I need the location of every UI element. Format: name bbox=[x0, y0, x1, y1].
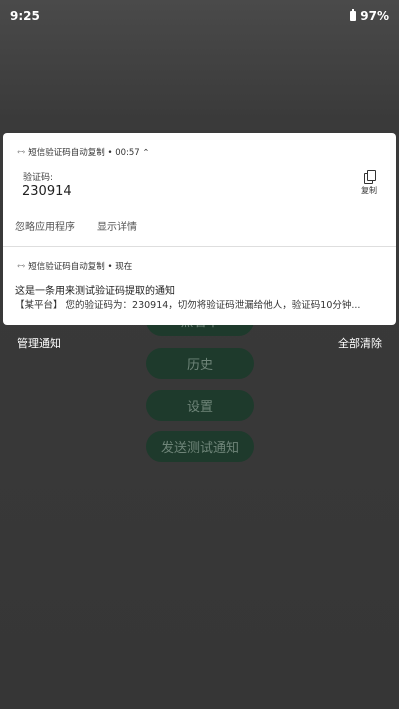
send-test-notification-button[interactable]: 发送测试通知 bbox=[146, 431, 254, 462]
show-details-button[interactable]: 显示详情 bbox=[97, 218, 137, 233]
copy-label: 复制 bbox=[361, 186, 377, 195]
status-bar: 9:25 97% bbox=[0, 0, 399, 28]
notification-verification-code[interactable]: ‹···› 短信验证码自动复制 • 00:57 ⌃ 验证码: 230914 复制… bbox=[3, 133, 396, 246]
status-right: 97% bbox=[350, 9, 389, 23]
app-icon: ‹···› bbox=[17, 262, 25, 270]
notification-header: ‹···› 短信验证码自动复制 • 现在 bbox=[17, 260, 132, 272]
code-value: 230914 bbox=[22, 184, 72, 199]
copy-icon bbox=[364, 170, 376, 184]
notification-body: 【某平台】 您的验证码为：230914，切勿将验证码泄漏给他人，验证码10分钟.… bbox=[15, 300, 361, 311]
battery-icon bbox=[350, 9, 357, 21]
send-test-notification-label: 发送测试通知 bbox=[160, 441, 239, 456]
app-icon: ‹···› bbox=[17, 148, 25, 156]
history-button-label: 历史 bbox=[186, 358, 213, 373]
settings-button[interactable]: 设置 bbox=[146, 390, 254, 421]
notification-test-message[interactable]: ‹···› 短信验证码自动复制 • 现在 这是一条用来测试验证码提取的通知 【某… bbox=[3, 247, 396, 325]
notification-title: 这是一条用来测试验证码提取的通知 bbox=[15, 286, 175, 297]
battery-level: 97% bbox=[360, 9, 389, 23]
notification-panel: ‹···› 短信验证码自动复制 • 00:57 ⌃ 验证码: 230914 复制… bbox=[3, 133, 396, 325]
status-time: 9:25 bbox=[10, 9, 40, 23]
notification-header[interactable]: ‹···› 短信验证码自动复制 • 00:57 ⌃ bbox=[17, 146, 150, 158]
notification-header-text: 短信验证码自动复制 • 00:57 ⌃ bbox=[28, 148, 150, 158]
clear-all-button[interactable]: 全部清除 bbox=[338, 335, 382, 351]
notification-footer: 管理通知 全部清除 bbox=[0, 335, 399, 355]
ignore-app-button[interactable]: 忽略应用程序 bbox=[15, 218, 75, 233]
manage-notifications-button[interactable]: 管理通知 bbox=[17, 335, 61, 351]
code-label: 验证码: bbox=[23, 173, 54, 183]
notification-header-text: 短信验证码自动复制 • 现在 bbox=[28, 262, 133, 272]
copy-button[interactable]: 复制 bbox=[358, 170, 380, 196]
settings-button-label: 设置 bbox=[186, 400, 213, 415]
